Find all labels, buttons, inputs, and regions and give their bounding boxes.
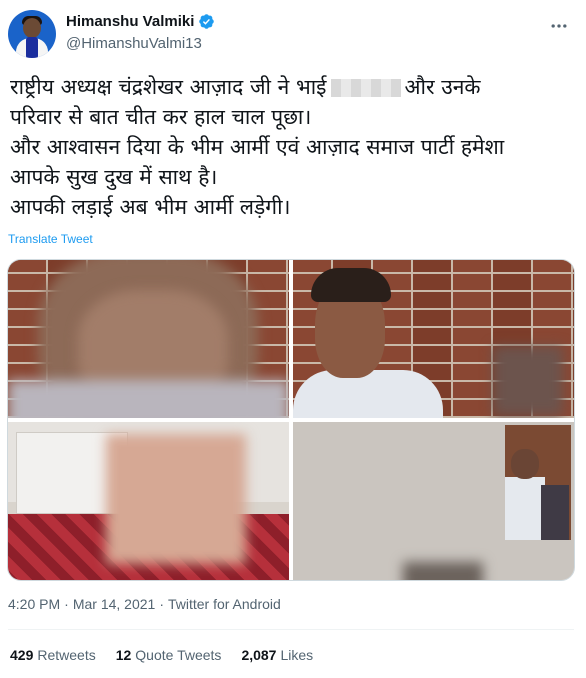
- inset-shirt: [505, 477, 545, 540]
- avatar-scarf: [26, 37, 38, 58]
- more-options-button[interactable]: [542, 9, 576, 43]
- tweet-stats: 429 Retweets 12 Quote Tweets 2,087 Likes: [10, 647, 313, 663]
- media-grid: [7, 259, 575, 581]
- tweet-card: Himanshu Valmiki @HimanshuValmi13 राष्ट्…: [0, 0, 586, 678]
- divider: [8, 629, 574, 630]
- tweet-line-1a: राष्ट्रीय अध्यक्ष चंद्रशेखर आज़ाद जी ने …: [10, 75, 327, 99]
- media-image-4[interactable]: [293, 422, 574, 580]
- media-image-1[interactable]: [8, 260, 289, 418]
- avatar[interactable]: [8, 10, 56, 58]
- likes-stat[interactable]: 2,087 Likes: [241, 647, 313, 663]
- likes-label: Likes: [280, 647, 314, 663]
- blurred-face: [493, 346, 563, 416]
- verified-badge-icon: [199, 14, 215, 29]
- quotes-count: 12: [115, 647, 132, 663]
- media-image-2[interactable]: [293, 260, 574, 418]
- inset-child: [541, 485, 569, 540]
- retweets-label: Retweets: [37, 647, 96, 663]
- handle[interactable]: @HimanshuValmi13: [66, 35, 202, 52]
- display-name[interactable]: Himanshu Valmiki: [66, 13, 194, 30]
- tweet-line-3: और आश्वासन दिया के भीम आर्मी एवं आज़ाद स…: [10, 135, 505, 159]
- tweet-source[interactable]: Twitter for Android: [168, 596, 281, 612]
- inset-face: [511, 449, 539, 479]
- translate-tweet-link[interactable]: Translate Tweet: [8, 232, 93, 246]
- likes-count: 2,087: [241, 647, 277, 663]
- blurred-object: [403, 562, 483, 580]
- retweets-stat[interactable]: 429 Retweets: [10, 647, 96, 663]
- man-hair: [311, 268, 391, 302]
- redacted-name: [330, 79, 401, 97]
- meta-separator: ·: [64, 596, 69, 612]
- blurred-shirt: [8, 380, 289, 418]
- tweet-line-5: आपकी लड़ाई अब भीम आर्मी लड़ेगी।: [10, 195, 291, 219]
- tweet-line-4: आपके सुख दुख में साथ है।: [10, 165, 218, 189]
- quotes-label: Quote Tweets: [135, 647, 222, 663]
- tweet-time[interactable]: 4:20 PM: [8, 596, 60, 612]
- man-shirt: [293, 370, 443, 418]
- tweet-date[interactable]: Mar 14, 2021: [73, 596, 156, 612]
- meta-separator: ·: [159, 596, 164, 612]
- name-row: Himanshu Valmiki: [66, 13, 215, 30]
- tweet-text: राष्ट्रीय अध्यक्ष चंद्रशेखर आज़ाद जी ने …: [10, 72, 575, 222]
- video-call-inset: [505, 425, 571, 540]
- quote-tweets-stat[interactable]: 12 Quote Tweets: [116, 647, 222, 663]
- retweets-count: 429: [10, 647, 34, 663]
- media-image-3[interactable]: [8, 422, 289, 580]
- tweet-line-1b: और उनके: [404, 75, 481, 99]
- tweet-meta: 4:20 PM · Mar 14, 2021 · Twitter for And…: [8, 596, 281, 612]
- tweet-line-1: राष्ट्रीय अध्यक्ष चंद्रशेखर आज़ाद जी ने …: [10, 72, 575, 102]
- tweet-line-2: परिवार से बात चीत कर हाल चाल पूछा।: [10, 105, 312, 129]
- more-horizontal-icon: [551, 24, 567, 28]
- avatar-head: [23, 18, 41, 38]
- blurred-person: [106, 434, 246, 564]
